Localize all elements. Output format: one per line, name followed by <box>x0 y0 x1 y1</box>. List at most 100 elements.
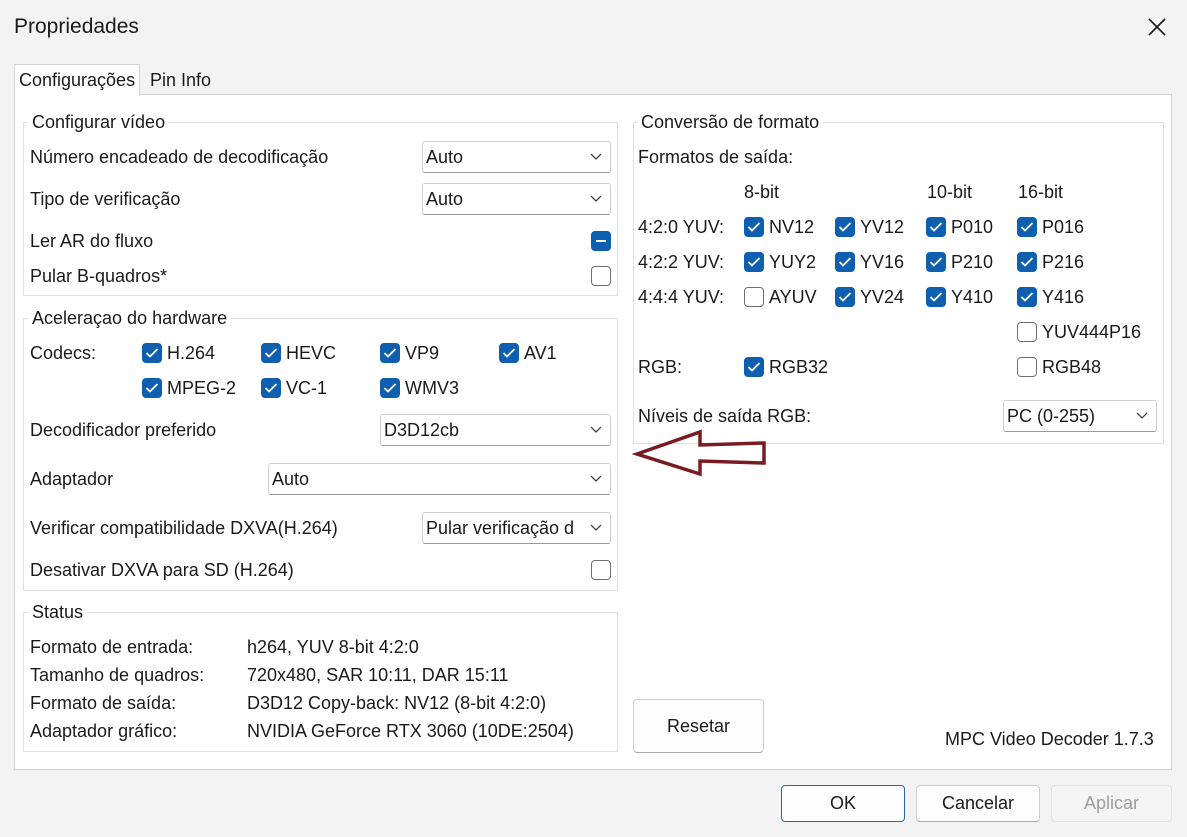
format-yv12-checkbox[interactable] <box>835 217 855 237</box>
rgb-levels-label: Níveis de saída RGB: <box>638 406 812 426</box>
check-icon <box>1020 257 1034 267</box>
format-ayuv-label: AYUV <box>769 287 817 307</box>
format-p210-checkbox[interactable] <box>926 252 946 272</box>
codec-mpeg2-checkbox[interactable] <box>142 378 162 398</box>
close-button[interactable] <box>1140 10 1174 44</box>
check-icon <box>747 362 761 372</box>
check-type-select[interactable]: Auto <box>422 183 611 215</box>
adapter-select[interactable]: Auto <box>268 463 611 495</box>
status-graphics-adapter-value: NVIDIA GeForce RTX 3060 (10DE:2504) <box>247 721 574 741</box>
check-icon <box>264 348 278 358</box>
codec-hevc-label: HEVC <box>286 343 337 363</box>
format-yv16-checkbox[interactable] <box>835 252 855 272</box>
check-icon <box>838 257 852 267</box>
conversion-group-title: Conversão de formato <box>637 112 824 133</box>
chevron-down-icon <box>582 464 610 494</box>
disable-dxva-sd-label: Desativar DXVA para SD (H.264) <box>30 560 294 580</box>
close-icon <box>1148 18 1166 36</box>
adapter-value: Auto <box>272 468 310 489</box>
row-444-label: 4:4:4 YUV: <box>638 287 725 307</box>
format-p016-label: P016 <box>1042 217 1085 237</box>
format-yv24-label: YV24 <box>860 287 905 307</box>
check-icon <box>929 222 943 232</box>
codec-vp9-checkbox[interactable] <box>380 343 400 363</box>
row-420-label: 4:2:0 YUV: <box>638 217 725 237</box>
read-ar-checkbox[interactable] <box>591 231 611 251</box>
codec-av1-label: AV1 <box>524 343 557 363</box>
read-ar-label: Ler AR do fluxo <box>30 231 154 251</box>
dxva-compat-label: Verificar compatibilidade DXVA(H.264) <box>30 518 338 538</box>
check-icon <box>264 383 278 393</box>
rgb-levels-select[interactable]: PC (0-255) <box>1003 400 1157 432</box>
conversion-group <box>633 122 1164 444</box>
codec-vc1-label: VC-1 <box>286 378 328 398</box>
status-frame-size-value: 720x480, SAR 10:11, DAR 15:11 <box>247 665 509 685</box>
disable-dxva-sd-checkbox[interactable] <box>591 560 611 580</box>
check-icon <box>145 348 159 358</box>
chevron-down-icon <box>582 415 610 445</box>
format-rgb48-checkbox[interactable] <box>1017 357 1037 377</box>
codec-wmv3-checkbox[interactable] <box>380 378 400 398</box>
check-icon <box>502 348 516 358</box>
col-10bit-header: 10-bit <box>927 182 973 202</box>
tab-pin-info[interactable]: Pin Info <box>146 66 215 94</box>
col-8bit-header: 8-bit <box>744 182 780 202</box>
format-p016-checkbox[interactable] <box>1017 217 1037 237</box>
chevron-down-icon <box>582 513 610 543</box>
rgb-levels-value: PC (0-255) <box>1007 405 1096 426</box>
status-group-title: Status <box>28 602 88 623</box>
threads-select[interactable]: Auto <box>422 141 611 173</box>
reset-button[interactable]: Resetar <box>633 699 764 753</box>
threads-select-value: Auto <box>426 146 464 167</box>
format-ayuv-checkbox[interactable] <box>744 287 764 307</box>
format-y416-label: Y416 <box>1042 287 1085 307</box>
format-y410-checkbox[interactable] <box>926 287 946 307</box>
skip-b-frames-checkbox[interactable] <box>591 266 611 286</box>
status-graphics-adapter-label: Adaptador gráfico: <box>30 721 178 741</box>
skip-b-frames-label: Pular B-quadros* <box>30 266 168 286</box>
check-icon <box>838 292 852 302</box>
status-frame-size-label: Tamanho de quadros: <box>30 665 205 685</box>
codec-h264-label: H.264 <box>167 343 216 363</box>
check-icon <box>747 222 761 232</box>
codec-h264-checkbox[interactable] <box>142 343 162 363</box>
preferred-decoder-label: Decodificador preferido <box>30 420 217 440</box>
format-rgb32-checkbox[interactable] <box>744 357 764 377</box>
tab-configuracoes[interactable]: Configurações <box>14 64 141 96</box>
format-y416-checkbox[interactable] <box>1017 287 1037 307</box>
apply-button[interactable]: Aplicar <box>1051 785 1172 822</box>
preferred-decoder-value: D3D12cb <box>384 419 460 440</box>
check-icon <box>838 222 852 232</box>
dxva-compat-value: Pular verificação d <box>426 517 575 538</box>
dxva-compat-select[interactable]: Pular verificação d <box>422 512 611 544</box>
check-icon <box>929 292 943 302</box>
adapter-label: Adaptador <box>30 469 114 489</box>
hw-group-title: Aceleraçao do hardware <box>28 308 232 329</box>
codec-vc1-checkbox[interactable] <box>261 378 281 398</box>
threads-label: Número encadeado de decodificação <box>30 147 329 167</box>
annotation-arrow-icon <box>632 429 766 477</box>
format-rgb48-label: RGB48 <box>1042 357 1102 377</box>
chevron-down-icon <box>582 184 610 214</box>
format-p216-checkbox[interactable] <box>1017 252 1037 272</box>
codec-hevc-checkbox[interactable] <box>261 343 281 363</box>
chevron-down-icon <box>582 142 610 172</box>
codec-mpeg2-label: MPEG-2 <box>167 378 237 398</box>
format-yuy2-checkbox[interactable] <box>744 252 764 272</box>
ok-button[interactable]: OK <box>781 785 905 822</box>
window-title: Propriedades <box>14 15 139 38</box>
preferred-decoder-select[interactable]: D3D12cb <box>380 414 611 446</box>
format-p010-checkbox[interactable] <box>926 217 946 237</box>
format-nv12-checkbox[interactable] <box>744 217 764 237</box>
format-p210-label: P210 <box>951 252 994 272</box>
codec-wmv3-label: WMV3 <box>405 378 459 398</box>
output-formats-label: Formatos de saída: <box>638 147 794 167</box>
check-type-label: Tipo de verificação <box>30 189 181 209</box>
codec-av1-checkbox[interactable] <box>499 343 519 363</box>
format-yv24-checkbox[interactable] <box>835 287 855 307</box>
format-yuv444p16-checkbox[interactable] <box>1017 322 1037 342</box>
col-16bit-header: 16-bit <box>1018 182 1064 202</box>
status-input-format-value: h264, YUV 8-bit 4:2:0 <box>247 637 419 657</box>
format-p010-label: P010 <box>951 217 994 237</box>
cancel-button[interactable]: Cancelar <box>916 785 1040 822</box>
